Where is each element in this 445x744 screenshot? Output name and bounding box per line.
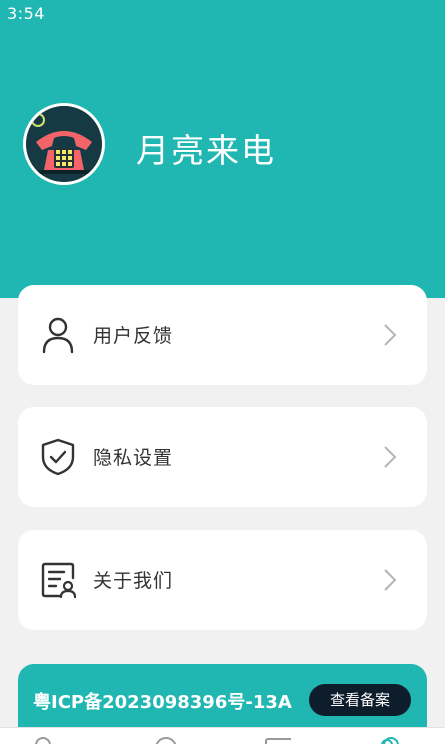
profile-icon[interactable] (378, 735, 404, 744)
menu-item-label: 隐私设置 (93, 447, 174, 469)
shield-check-icon (41, 438, 75, 476)
discover-icon[interactable] (153, 735, 179, 744)
chevron-right-icon (384, 324, 397, 346)
menu-item-label: 关于我们 (93, 570, 174, 592)
header: 3:54 月亮来电 (0, 0, 445, 298)
view-icp-button[interactable]: 查看备案 (309, 684, 411, 716)
menu-item-label: 用户反馈 (93, 325, 174, 347)
avatar[interactable] (23, 103, 105, 185)
chevron-right-icon (384, 446, 397, 468)
home-icon[interactable] (30, 735, 56, 744)
user-icon (42, 317, 74, 354)
avatar-image (26, 106, 102, 182)
menu-item-about[interactable]: 关于我们 (18, 530, 427, 630)
menu-item-feedback[interactable]: 用户反馈 (18, 285, 427, 385)
about-doc-icon (41, 562, 76, 599)
phone-icon (26, 106, 102, 182)
menu-item-privacy[interactable]: 隐私设置 (18, 407, 427, 507)
message-icon[interactable] (265, 735, 291, 744)
app-name: 月亮来电 (136, 131, 276, 170)
chevron-right-icon (384, 569, 397, 591)
status-time: 3:54 (7, 4, 45, 23)
icp-number: 粤ICP备2023098396号-13A (33, 692, 292, 713)
bottom-tab-bar (0, 727, 445, 744)
